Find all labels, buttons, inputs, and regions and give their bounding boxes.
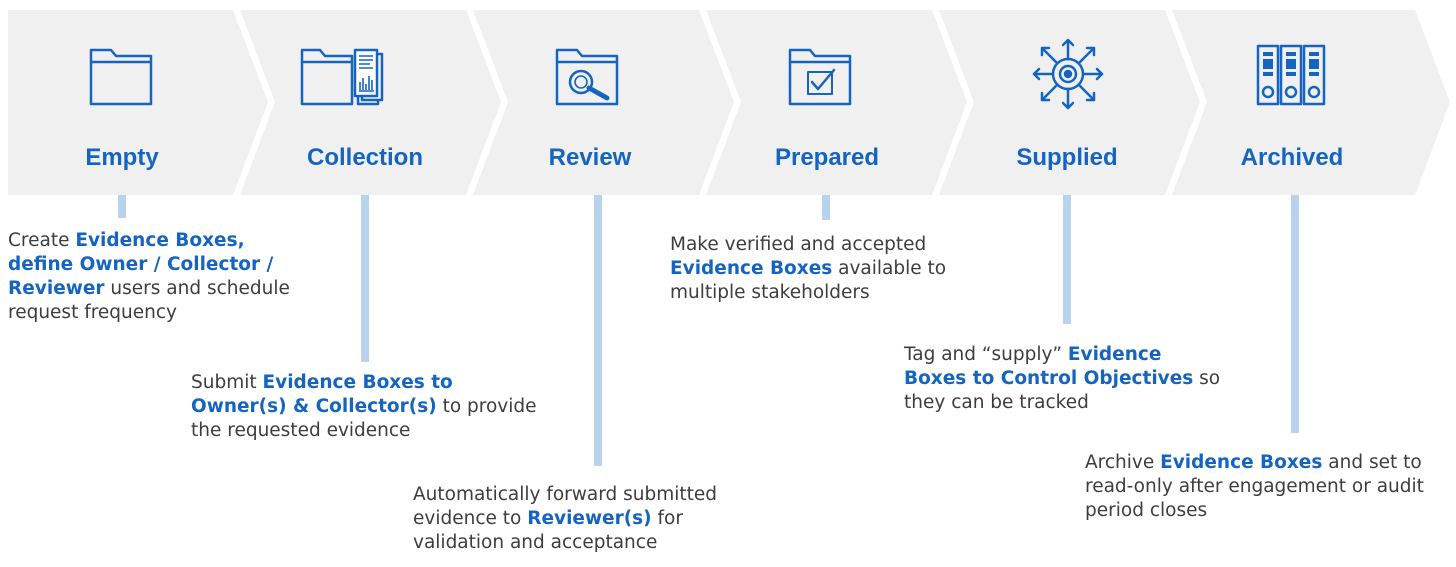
binders-icon: [1256, 44, 1326, 106]
folder-documents-icon: [300, 48, 384, 106]
description-empty: Create Evidence Boxes, define Owner / Co…: [8, 229, 313, 325]
stage-label-prepared: Prepared: [774, 144, 880, 171]
description-highlight: Reviewer(s): [527, 508, 652, 529]
description-archived: Archive Evidence Boxes and set to read-o…: [1085, 451, 1453, 523]
description-prepared: Make verified and accepted Evidence Boxe…: [670, 233, 1005, 305]
description-collection: Submit Evidence Boxes to Owner(s) & Coll…: [191, 371, 551, 443]
connector-review: [594, 195, 602, 466]
stage-label-review: Review: [548, 144, 632, 171]
description-supplied: Tag and “supply” Evidence Boxes to Contr…: [904, 343, 1229, 415]
folder-magnifier-icon: [555, 48, 619, 106]
stage-label-collection: Collection: [306, 144, 423, 171]
target-arrows-icon: [1032, 38, 1104, 110]
connector-empty: [118, 195, 126, 218]
description-text: Make verified and accepted: [670, 234, 927, 255]
description-text: Archive: [1085, 452, 1161, 473]
description-highlight: Evidence Boxes: [1160, 452, 1323, 473]
connector-prepared: [822, 195, 830, 220]
description-text: Tag and “supply”: [904, 344, 1068, 365]
description-text: Submit: [191, 372, 263, 393]
connector-archived: [1291, 195, 1299, 433]
stage-label-supplied: Supplied: [1016, 144, 1118, 171]
connector-supplied: [1063, 195, 1071, 324]
description-text: Create: [8, 230, 76, 251]
folder-checkmark-icon: [788, 48, 852, 106]
stage-label-archived: Archived: [1240, 144, 1344, 171]
description-review: Automatically forward submitted evidence…: [413, 483, 773, 555]
folder-icon: [89, 48, 153, 106]
stage-label-empty: Empty: [85, 144, 159, 171]
connector-collection: [361, 195, 369, 362]
description-highlight: Evidence Boxes: [670, 258, 833, 279]
